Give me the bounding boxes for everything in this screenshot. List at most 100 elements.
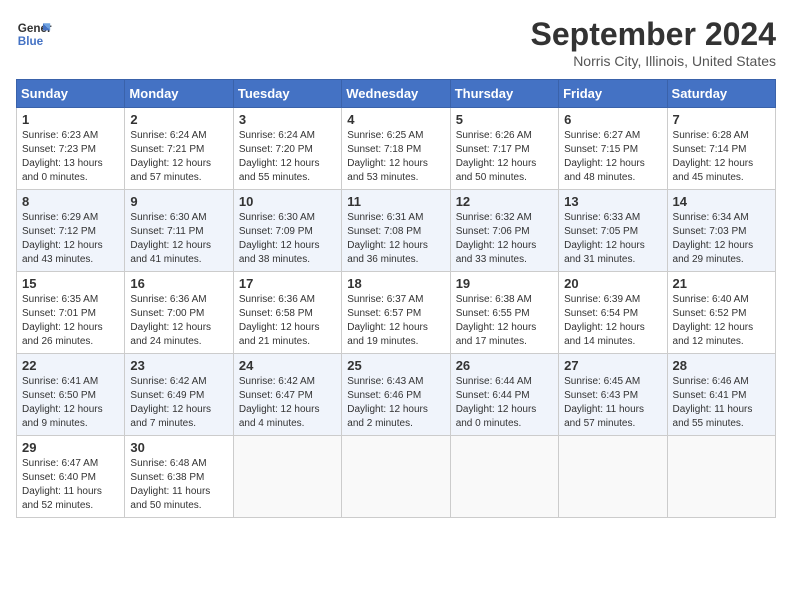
- calendar-cell-13: 13Sunrise: 6:33 AM Sunset: 7:05 PM Dayli…: [559, 190, 667, 272]
- cell-sun-info: Sunrise: 6:46 AM Sunset: 6:41 PM Dayligh…: [673, 375, 770, 431]
- cell-sun-info: Sunrise: 6:30 AM Sunset: 7:09 PM Dayligh…: [239, 211, 336, 267]
- calendar-cell-30: 30 Sunrise: 6:48 AM Sunset: 6:38 PM Dayli…: [125, 436, 233, 518]
- calendar-cell-2: 2 Sunrise: 6:24 AM Sunset: 7:21 PM Daylig…: [125, 108, 233, 190]
- cell-sun-info: Sunrise: 6:43 AM Sunset: 6:46 PM Dayligh…: [347, 375, 444, 431]
- cell-sun-info: Sunrise: 6:48 AM Sunset: 6:38 PM Dayligh…: [130, 457, 227, 513]
- day-number: 1: [22, 112, 119, 127]
- day-number: 15: [22, 276, 119, 291]
- day-number: 9: [130, 194, 227, 209]
- calendar-week-4: 22Sunrise: 6:41 AM Sunset: 6:50 PM Dayli…: [17, 354, 776, 436]
- day-number: 26: [456, 358, 553, 373]
- calendar-cell-23: 23Sunrise: 6:42 AM Sunset: 6:49 PM Dayli…: [125, 354, 233, 436]
- col-header-sunday: Sunday: [17, 80, 125, 108]
- cell-sun-info: Sunrise: 6:47 AM Sunset: 6:40 PM Dayligh…: [22, 457, 119, 513]
- day-number: 6: [564, 112, 661, 127]
- day-number: 19: [456, 276, 553, 291]
- calendar-cell-17: 17 Sunrise: 6:36 AM Sunset: 6:58 PM Dayli…: [233, 272, 341, 354]
- day-number: 30: [130, 440, 227, 455]
- calendar-cell-1: 1 Sunrise: 6:23 AM Sunset: 7:23 PM Daylig…: [17, 108, 125, 190]
- svg-text:Blue: Blue: [18, 35, 44, 48]
- calendar-cell-25: 25 Sunrise: 6:43 AM Sunset: 6:46 PM Dayli…: [342, 354, 450, 436]
- day-number: 10: [239, 194, 336, 209]
- cell-sun-info: Sunrise: 6:27 AM Sunset: 7:15 PM Dayligh…: [564, 129, 661, 185]
- calendar-cell-26: 26 Sunrise: 6:44 AM Sunset: 6:44 PM Dayli…: [450, 354, 558, 436]
- calendar-cell-empty: [233, 436, 341, 518]
- day-number: 29: [22, 440, 119, 455]
- day-number: 17: [239, 276, 336, 291]
- col-header-friday: Friday: [559, 80, 667, 108]
- cell-sun-info: Sunrise: 6:34 AM Sunset: 7:03 PM Dayligh…: [673, 211, 770, 267]
- calendar-cell-29: 29 Sunrise: 6:47 AM Sunset: 6:40 PM Dayli…: [17, 436, 125, 518]
- day-number: 18: [347, 276, 444, 291]
- calendar-week-5: 29 Sunrise: 6:47 AM Sunset: 6:40 PM Dayli…: [17, 436, 776, 518]
- cell-sun-info: Sunrise: 6:41 AM Sunset: 6:50 PM Dayligh…: [22, 375, 119, 431]
- calendar-cell-28: 28 Sunrise: 6:46 AM Sunset: 6:41 PM Dayli…: [667, 354, 775, 436]
- cell-sun-info: Sunrise: 6:39 AM Sunset: 6:54 PM Dayligh…: [564, 293, 661, 349]
- calendar-cell-6: 6 Sunrise: 6:27 AM Sunset: 7:15 PM Daylig…: [559, 108, 667, 190]
- day-number: 7: [673, 112, 770, 127]
- day-number: 4: [347, 112, 444, 127]
- calendar-week-1: 1 Sunrise: 6:23 AM Sunset: 7:23 PM Daylig…: [17, 108, 776, 190]
- page-header: General Blue September 2024 Norris City,…: [16, 16, 776, 69]
- cell-sun-info: Sunrise: 6:26 AM Sunset: 7:17 PM Dayligh…: [456, 129, 553, 185]
- calendar-cell-24: 24Sunrise: 6:42 AM Sunset: 6:47 PM Dayli…: [233, 354, 341, 436]
- day-number: 3: [239, 112, 336, 127]
- calendar-cell-22: 22Sunrise: 6:41 AM Sunset: 6:50 PM Dayli…: [17, 354, 125, 436]
- calendar-cell-empty: [667, 436, 775, 518]
- calendar-cell-9: 9Sunrise: 6:30 AM Sunset: 7:11 PM Daylig…: [125, 190, 233, 272]
- col-header-thursday: Thursday: [450, 80, 558, 108]
- calendar-cell-empty: [559, 436, 667, 518]
- calendar-cell-19: 19 Sunrise: 6:38 AM Sunset: 6:55 PM Dayli…: [450, 272, 558, 354]
- calendar-cell-10: 10 Sunrise: 6:30 AM Sunset: 7:09 PM Dayli…: [233, 190, 341, 272]
- day-number: 28: [673, 358, 770, 373]
- cell-sun-info: Sunrise: 6:42 AM Sunset: 6:47 PM Dayligh…: [239, 375, 336, 431]
- cell-sun-info: Sunrise: 6:36 AM Sunset: 6:58 PM Dayligh…: [239, 293, 336, 349]
- calendar-table: SundayMondayTuesdayWednesdayThursdayFrid…: [16, 79, 776, 518]
- calendar-cell-7: 7 Sunrise: 6:28 AM Sunset: 7:14 PM Daylig…: [667, 108, 775, 190]
- day-number: 21: [673, 276, 770, 291]
- cell-sun-info: Sunrise: 6:24 AM Sunset: 7:21 PM Dayligh…: [130, 129, 227, 185]
- calendar-cell-21: 21 Sunrise: 6:40 AM Sunset: 6:52 PM Dayli…: [667, 272, 775, 354]
- cell-sun-info: Sunrise: 6:28 AM Sunset: 7:14 PM Dayligh…: [673, 129, 770, 185]
- calendar-cell-8: 8Sunrise: 6:29 AM Sunset: 7:12 PM Daylig…: [17, 190, 125, 272]
- col-header-saturday: Saturday: [667, 80, 775, 108]
- calendar-week-2: 8Sunrise: 6:29 AM Sunset: 7:12 PM Daylig…: [17, 190, 776, 272]
- day-number: 25: [347, 358, 444, 373]
- cell-sun-info: Sunrise: 6:37 AM Sunset: 6:57 PM Dayligh…: [347, 293, 444, 349]
- day-number: 2: [130, 112, 227, 127]
- cell-sun-info: Sunrise: 6:45 AM Sunset: 6:43 PM Dayligh…: [564, 375, 661, 431]
- calendar-cell-4: 4 Sunrise: 6:25 AM Sunset: 7:18 PM Daylig…: [342, 108, 450, 190]
- day-number: 16: [130, 276, 227, 291]
- header-row: SundayMondayTuesdayWednesdayThursdayFrid…: [17, 80, 776, 108]
- cell-sun-info: Sunrise: 6:36 AM Sunset: 7:00 PM Dayligh…: [130, 293, 227, 349]
- cell-sun-info: Sunrise: 6:33 AM Sunset: 7:05 PM Dayligh…: [564, 211, 661, 267]
- calendar-cell-16: 16 Sunrise: 6:36 AM Sunset: 7:00 PM Dayli…: [125, 272, 233, 354]
- col-header-monday: Monday: [125, 80, 233, 108]
- cell-sun-info: Sunrise: 6:38 AM Sunset: 6:55 PM Dayligh…: [456, 293, 553, 349]
- col-header-wednesday: Wednesday: [342, 80, 450, 108]
- calendar-cell-14: 14Sunrise: 6:34 AM Sunset: 7:03 PM Dayli…: [667, 190, 775, 272]
- location: Norris City, Illinois, United States: [531, 53, 776, 69]
- calendar-week-3: 15 Sunrise: 6:35 AM Sunset: 7:01 PM Dayli…: [17, 272, 776, 354]
- cell-sun-info: Sunrise: 6:25 AM Sunset: 7:18 PM Dayligh…: [347, 129, 444, 185]
- day-number: 5: [456, 112, 553, 127]
- col-header-tuesday: Tuesday: [233, 80, 341, 108]
- cell-sun-info: Sunrise: 6:40 AM Sunset: 6:52 PM Dayligh…: [673, 293, 770, 349]
- day-number: 8: [22, 194, 119, 209]
- month-title: September 2024: [531, 16, 776, 53]
- day-number: 27: [564, 358, 661, 373]
- cell-sun-info: Sunrise: 6:24 AM Sunset: 7:20 PM Dayligh…: [239, 129, 336, 185]
- calendar-cell-27: 27 Sunrise: 6:45 AM Sunset: 6:43 PM Dayli…: [559, 354, 667, 436]
- logo-icon: General Blue: [16, 16, 52, 52]
- calendar-cell-15: 15 Sunrise: 6:35 AM Sunset: 7:01 PM Dayli…: [17, 272, 125, 354]
- calendar-cell-12: 12Sunrise: 6:32 AM Sunset: 7:06 PM Dayli…: [450, 190, 558, 272]
- cell-sun-info: Sunrise: 6:23 AM Sunset: 7:23 PM Dayligh…: [22, 129, 119, 185]
- cell-sun-info: Sunrise: 6:35 AM Sunset: 7:01 PM Dayligh…: [22, 293, 119, 349]
- cell-sun-info: Sunrise: 6:31 AM Sunset: 7:08 PM Dayligh…: [347, 211, 444, 267]
- calendar-cell-18: 18 Sunrise: 6:37 AM Sunset: 6:57 PM Dayli…: [342, 272, 450, 354]
- calendar-cell-empty: [450, 436, 558, 518]
- day-number: 23: [130, 358, 227, 373]
- calendar-cell-empty: [342, 436, 450, 518]
- day-number: 11: [347, 194, 444, 209]
- cell-sun-info: Sunrise: 6:44 AM Sunset: 6:44 PM Dayligh…: [456, 375, 553, 431]
